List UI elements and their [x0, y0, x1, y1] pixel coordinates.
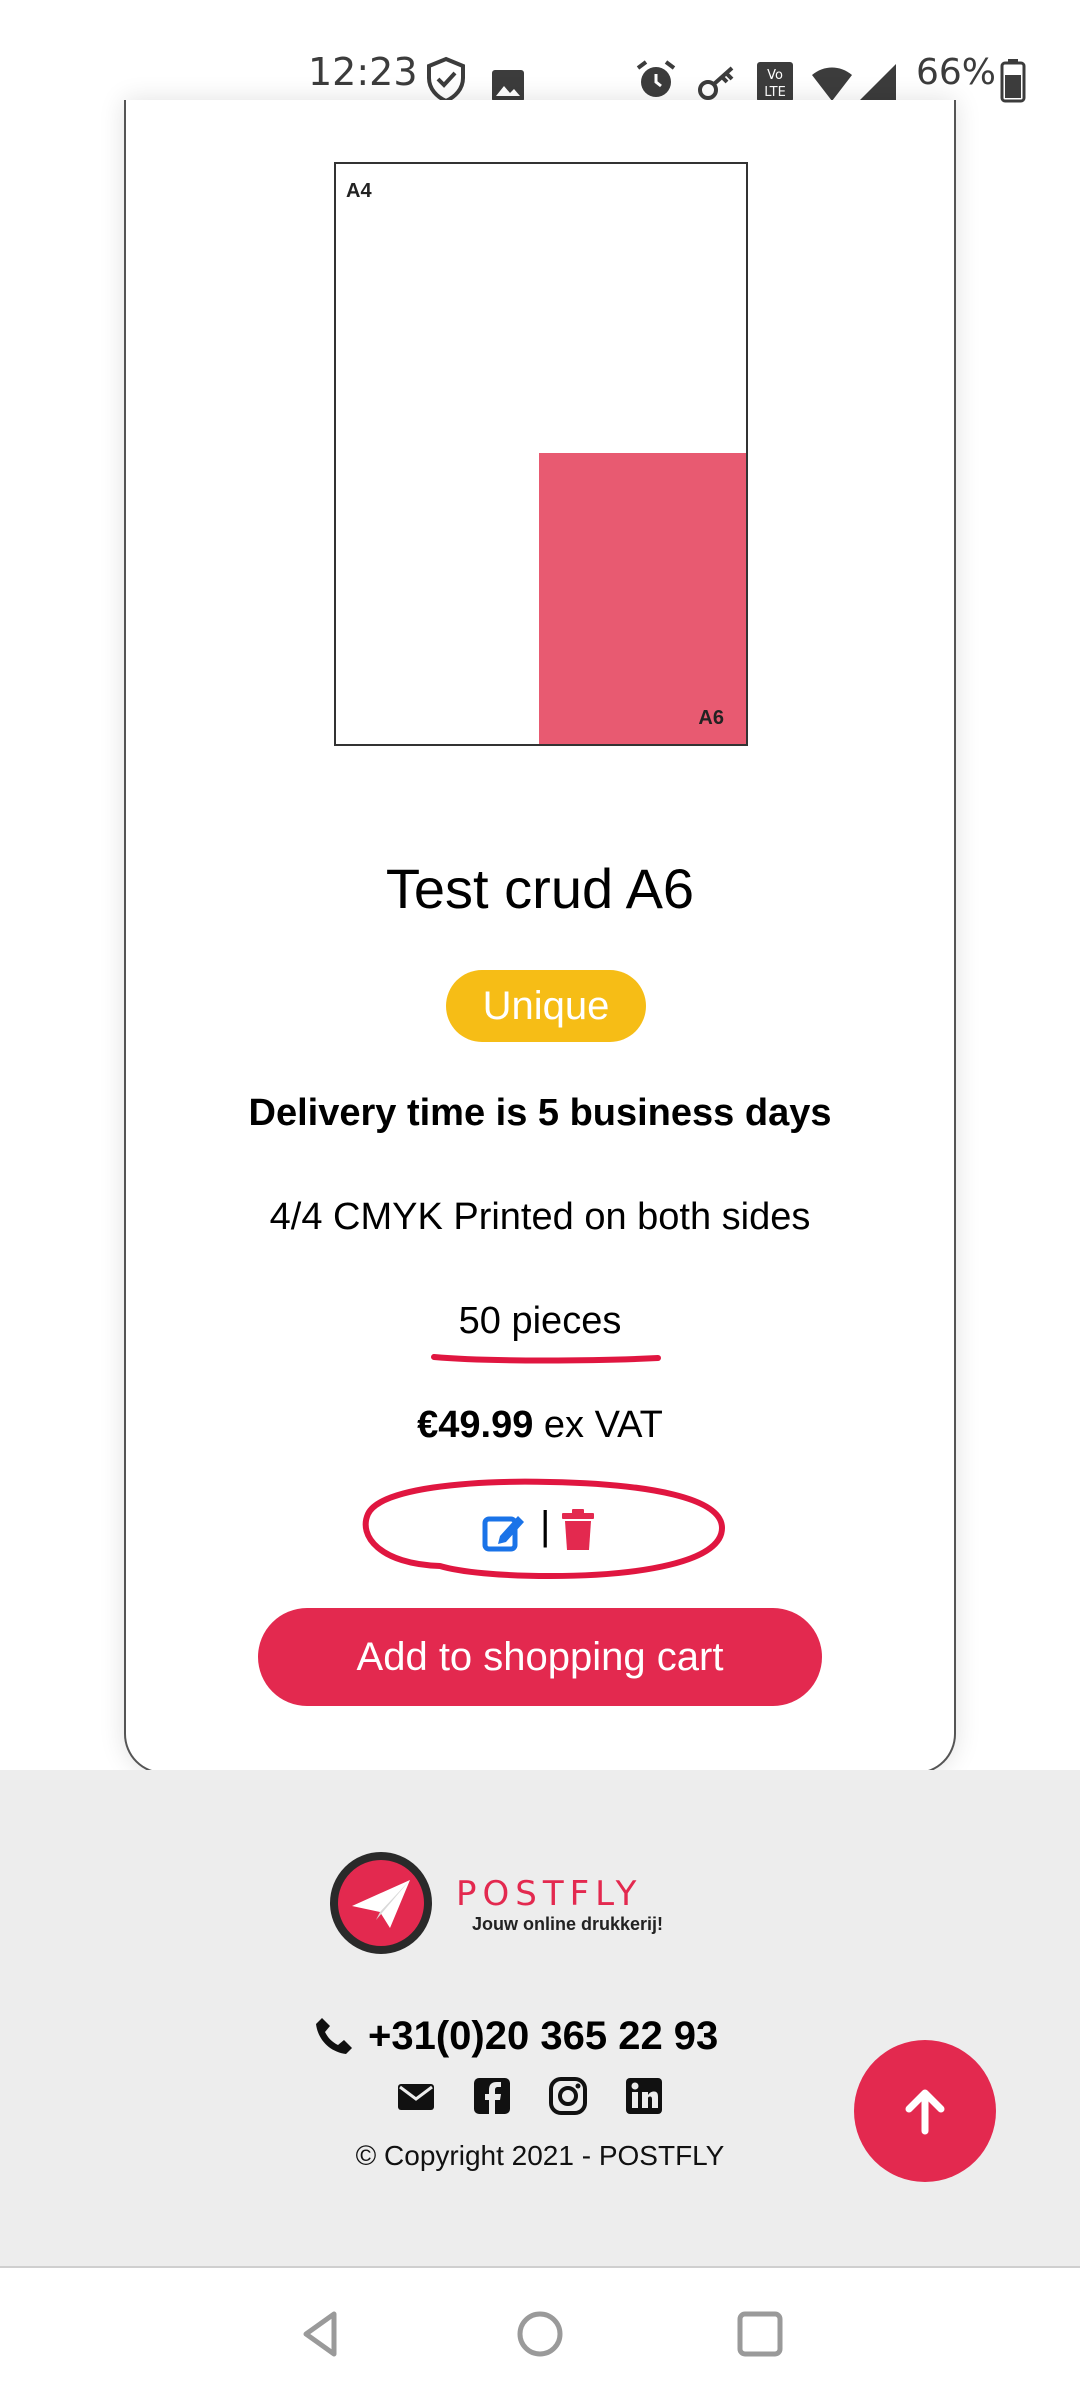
size-diagram: A4 A6 — [334, 162, 748, 746]
footer: POSTFLY Jouw online drukkerij! +31(0)20 … — [0, 1770, 1080, 2266]
phone-line[interactable]: +31(0)20 365 22 93 — [314, 2010, 718, 2062]
delivery-time: Delivery time is 5 business days — [248, 1092, 832, 1134]
size-diagram-highlight: A6 — [539, 453, 746, 744]
linkedin-icon[interactable] — [624, 2076, 664, 2116]
action-separator: | — [540, 1504, 551, 1548]
home-icon[interactable] — [512, 2306, 568, 2362]
unique-badge: Unique — [446, 970, 646, 1042]
quantity-text: 50 pieces — [458, 1300, 622, 1342]
product-title: Test crud A6 — [385, 857, 695, 920]
system-nav-bar — [0, 2268, 1080, 2400]
battery-icon — [1000, 59, 1026, 103]
logo-tagline: Jouw online drukkerij! — [472, 1914, 664, 1934]
price-value: €49.99 — [417, 1404, 534, 1446]
trash-icon[interactable] — [560, 1508, 596, 1552]
phone-number[interactable]: +31(0)20 365 22 93 — [368, 2014, 718, 2059]
size-label-inner: A6 — [698, 707, 724, 729]
facebook-icon[interactable] — [472, 2076, 512, 2116]
postfly-logo-icon[interactable] — [330, 1852, 432, 1954]
social-links — [396, 2076, 664, 2116]
arrow-up-icon — [905, 2089, 945, 2135]
instagram-icon[interactable] — [548, 2076, 588, 2116]
status-time: 12:23 — [308, 50, 418, 94]
phone-icon — [316, 2018, 352, 2054]
recents-icon[interactable] — [732, 2306, 788, 2362]
edit-icon[interactable] — [482, 1510, 526, 1554]
back-icon[interactable] — [294, 2306, 350, 2362]
svg-text:Vo: Vo — [767, 68, 783, 83]
printing-spec: 4/4 CMYK Printed on both sides — [269, 1196, 811, 1238]
email-icon[interactable] — [396, 2076, 436, 2116]
battery-percent: 66% — [916, 51, 997, 93]
underline-annotation — [431, 1354, 661, 1364]
product-actions: | — [360, 1476, 730, 1586]
scroll-to-top-button[interactable] — [854, 2040, 996, 2182]
add-to-cart-button[interactable]: Add to shopping cart — [258, 1608, 822, 1706]
price-line: €49.99 ex VAT — [124, 1404, 956, 1447]
status-bar: 12:23 Vo LTE 66% — [0, 0, 1080, 116]
price-suffix: ex VAT — [533, 1404, 663, 1446]
logo-wordmark: POSTFLY — [456, 1874, 643, 1914]
svg-text:LTE: LTE — [764, 85, 786, 100]
size-label-outer: A4 — [346, 180, 372, 202]
